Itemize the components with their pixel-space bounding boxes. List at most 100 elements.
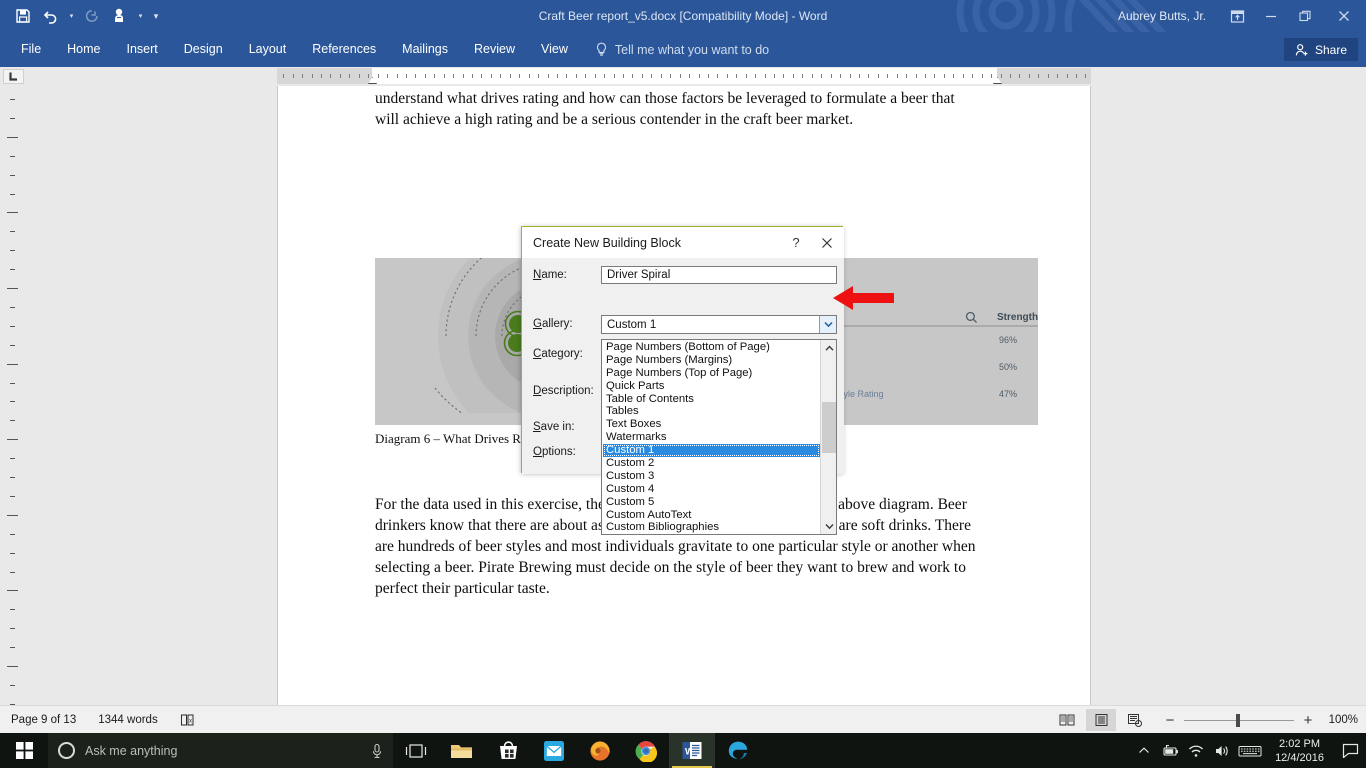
lightbulb-icon <box>595 42 608 57</box>
zoom-slider-track[interactable] <box>1184 720 1294 721</box>
ruler-tick <box>415 74 416 78</box>
zoom-control[interactable]: − + 100% <box>1164 712 1358 729</box>
ruler-tick <box>491 74 492 78</box>
gallery-dropdown-item[interactable]: Custom Bibliographies <box>603 521 820 534</box>
tab-mailings[interactable]: Mailings <box>389 32 461 67</box>
word-icon[interactable]: W <box>669 733 715 768</box>
account-name[interactable]: Aubrey Butts, Jr. <box>1118 9 1206 23</box>
ruler-tick <box>548 74 549 78</box>
tab-file[interactable]: File <box>8 32 54 67</box>
zoom-level[interactable]: 100% <box>1322 714 1358 726</box>
gallery-dropdown-item[interactable]: Watermarks <box>603 431 820 444</box>
microsoft-store-icon[interactable] <box>485 733 531 768</box>
gallery-dropdown-item[interactable]: Page Numbers (Bottom of Page) <box>603 341 820 354</box>
plus-icon[interactable]: + <box>1302 712 1314 729</box>
gallery-combobox[interactable]: Custom 1 <box>601 315 837 334</box>
gallery-dropdown-item[interactable]: Custom 1 <box>603 444 820 457</box>
dialog-body: Name: Driver Spiral Gallery: Custom 1 Ca… <box>522 258 844 474</box>
word-application-window: ▾ ▾ ▾ Craft Beer report_v5.docx [Compati… <box>0 0 1366 768</box>
gallery-dropdown-item[interactable]: Tables <box>603 405 820 418</box>
gallery-dropdown-item[interactable]: Table of Contents <box>603 393 820 406</box>
close-icon[interactable] <box>810 227 844 258</box>
diagram-strength-value: 50% <box>999 362 1017 372</box>
vertical-ruler-tick <box>7 666 18 667</box>
gallery-dropdown-list[interactable]: Page Numbers (Bottom of Page)Page Number… <box>601 339 837 535</box>
dropdown-scroll-thumb[interactable] <box>822 402 836 453</box>
dropdown-scrollbar[interactable] <box>820 340 836 534</box>
ruler-tick <box>321 74 322 78</box>
ruler-tick <box>850 74 851 78</box>
gallery-dropdown-item[interactable]: Text Boxes <box>603 418 820 431</box>
gallery-dropdown-item[interactable]: Custom 4 <box>603 483 820 496</box>
paragraph-intro-line-2: will achieve a high rating and be a seri… <box>375 109 995 131</box>
gallery-dropdown-item[interactable]: Page Numbers (Margins) <box>603 354 820 367</box>
gallery-dropdown-item[interactable]: Custom 3 <box>603 470 820 483</box>
restore-icon[interactable] <box>1288 0 1322 32</box>
svg-text:x: x <box>189 718 192 724</box>
vertical-ruler[interactable] <box>0 85 24 705</box>
horizontal-ruler[interactable] <box>0 67 1366 85</box>
share-button[interactable]: Share <box>1284 38 1358 61</box>
cortana-search-box[interactable]: Ask me anything <box>48 733 393 768</box>
microphone-icon[interactable] <box>371 743 383 759</box>
tab-design[interactable]: Design <box>171 32 236 67</box>
question-mark-icon[interactable]: ? <box>782 227 810 258</box>
gallery-dropdown-arrow-icon[interactable] <box>819 316 836 333</box>
tab-references[interactable]: References <box>299 32 389 67</box>
minus-icon[interactable]: − <box>1164 712 1176 729</box>
gallery-dropdown-item[interactable]: Custom 2 <box>603 457 820 470</box>
tab-home[interactable]: Home <box>54 32 113 67</box>
volume-icon[interactable] <box>1209 733 1235 768</box>
proofing-errors-icon[interactable]: x <box>180 713 195 727</box>
zoom-slider-knob[interactable] <box>1236 714 1240 727</box>
show-hidden-icons-icon[interactable] <box>1131 733 1157 768</box>
search-icon[interactable] <box>965 311 978 324</box>
tell-me-box[interactable]: Tell me what you want to do <box>581 32 769 67</box>
ruler-tick <box>1085 74 1086 78</box>
chevron-down-icon[interactable] <box>821 518 837 534</box>
battery-icon[interactable] <box>1157 733 1183 768</box>
ruler-tick <box>444 74 445 78</box>
web-layout-view-button[interactable] <box>1120 709 1150 731</box>
left-tab-stop-icon[interactable] <box>3 69 24 84</box>
ruler-tick <box>651 74 652 78</box>
ruler-tick <box>453 74 454 78</box>
file-explorer-icon[interactable] <box>439 733 485 768</box>
gallery-dropdown-item[interactable]: Quick Parts <box>603 380 820 393</box>
mail-icon[interactable] <box>531 733 577 768</box>
tab-view[interactable]: View <box>528 32 581 67</box>
create-new-building-block-dialog[interactable]: Create New Building Block ? Name: Driver… <box>521 226 843 473</box>
chevron-up-icon[interactable] <box>821 340 837 356</box>
action-center-icon[interactable] <box>1334 733 1366 768</box>
tab-review[interactable]: Review <box>461 32 528 67</box>
ruler-tick <box>359 74 360 78</box>
windows-logo-icon[interactable] <box>0 733 48 768</box>
vertical-ruler-tick <box>10 477 15 478</box>
wifi-icon[interactable] <box>1183 733 1209 768</box>
gallery-dropdown-item[interactable]: Custom 5 <box>603 496 820 509</box>
chrome-icon[interactable] <box>623 733 669 768</box>
ruler-tick <box>680 74 681 78</box>
close-icon[interactable] <box>1322 0 1366 32</box>
minimize-icon[interactable] <box>1254 0 1288 32</box>
gallery-dropdown-item[interactable]: Page Numbers (Top of Page) <box>603 367 820 380</box>
page-info[interactable]: Page 9 of 13 <box>11 714 76 726</box>
ruler-tick <box>1019 74 1020 78</box>
task-view-icon[interactable] <box>393 733 439 768</box>
firefox-icon[interactable] <box>577 733 623 768</box>
ruler-tick <box>1001 74 1002 78</box>
name-input[interactable]: Driver Spiral <box>601 266 837 284</box>
clock[interactable]: 2:02 PM 12/4/2016 <box>1265 733 1334 768</box>
tab-layout[interactable]: Layout <box>236 32 300 67</box>
word-count[interactable]: 1344 words <box>98 714 157 726</box>
ribbon-display-options-icon[interactable] <box>1220 0 1254 32</box>
keyboard-icon[interactable] <box>1235 733 1265 768</box>
ruler-tick <box>519 74 520 78</box>
gallery-value: Custom 1 <box>602 319 819 331</box>
edge-icon[interactable] <box>715 733 761 768</box>
ruler-tick <box>614 74 615 78</box>
gallery-dropdown-item[interactable]: Custom AutoText <box>603 509 820 522</box>
print-layout-view-button[interactable] <box>1086 709 1116 731</box>
read-mode-view-button[interactable] <box>1052 709 1082 731</box>
tab-insert[interactable]: Insert <box>114 32 171 67</box>
